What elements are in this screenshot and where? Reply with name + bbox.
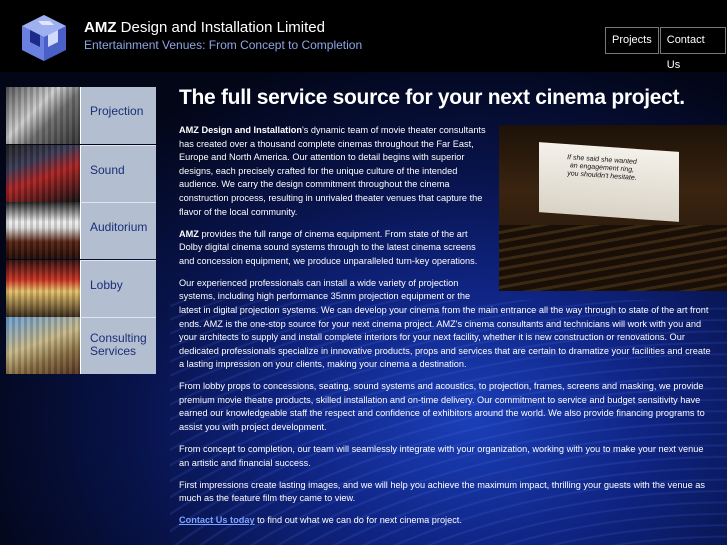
paragraph-projection: Our experienced professionals can instal… [179,277,711,370]
contact-us-link[interactable]: Contact Us today [179,515,255,525]
header: AMZ Design and Installation Limited Ente… [0,0,727,72]
hero-wrap-spacer [491,277,711,299]
main-content: AMZ Design and Installation's dynamic te… [179,124,711,536]
side-nav-item-lobby[interactable]: Lobby [6,259,156,318]
page: AMZ Design and Installation Limited Ente… [0,0,727,545]
tagline: Entertainment Venues: From Concept to Co… [84,38,363,52]
page-headline: The full service source for your next ci… [179,86,685,109]
paragraph-intro: AMZ Design and Installation's dynamic te… [179,125,486,217]
paragraph-equipment: AMZ provides the full range of cinema eq… [179,228,478,266]
side-nav-label[interactable]: Sound [80,144,156,202]
consulting-thumbnail[interactable] [6,317,80,374]
paragraph-lobby: From lobby props to concessions, seating… [179,381,705,433]
side-nav-label[interactable]: Projection [80,87,156,144]
projection-thumbnail[interactable] [6,87,80,144]
paragraph-concept: From concept to completion, our team wil… [179,444,704,468]
side-nav-label[interactable]: Lobby [80,259,156,317]
side-nav-item-projection[interactable]: Projection [6,87,156,145]
company-name: AMZ Design and Installation Limited [84,19,325,36]
top-nav: Projects Contact Us [605,27,727,71]
side-nav-label[interactable]: Auditorium [80,202,156,259]
side-nav-item-sound[interactable]: Sound [6,144,156,203]
paragraph-impressions: First impressions create lasting images,… [179,479,705,504]
sound-thumbnail[interactable] [6,144,80,202]
side-nav: Projection Sound Auditorium Lobby Consul… [6,87,156,375]
side-nav-label[interactable]: Consulting Services [80,317,156,374]
nav-projects-link[interactable]: Projects [605,27,659,54]
side-nav-item-auditorium[interactable]: Auditorium [6,202,156,260]
lobby-thumbnail[interactable] [6,259,80,317]
auditorium-thumbnail[interactable] [6,202,80,259]
side-nav-item-consulting-services[interactable]: Consulting Services [6,317,156,375]
nav-contact-us-link[interactable]: Contact Us [659,27,726,71]
paragraph-contact: Contact Us today to find out what we can… [179,515,462,526]
cube-logo-icon[interactable] [20,13,68,63]
